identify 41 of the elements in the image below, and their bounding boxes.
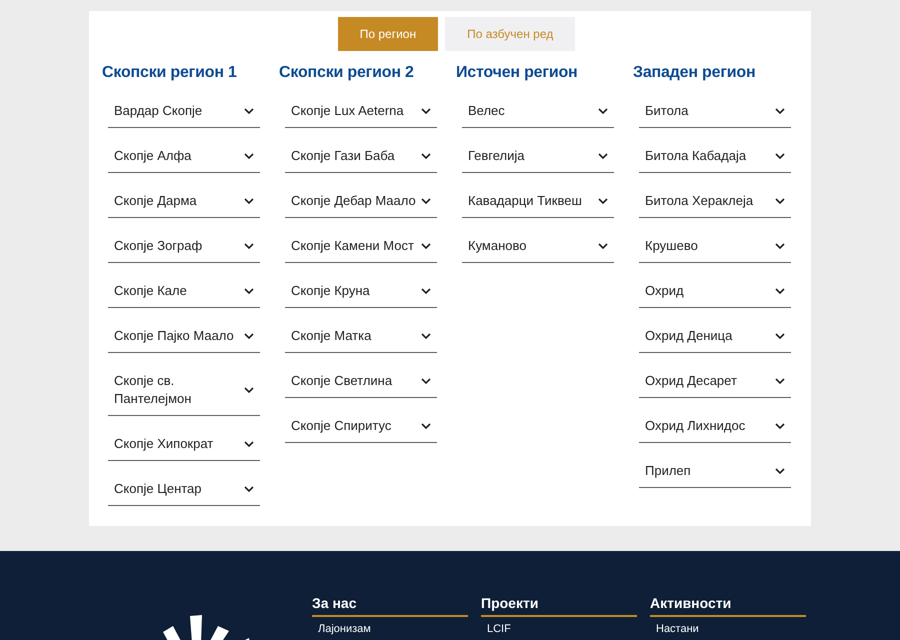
region-heading: Скопски регион 2 bbox=[279, 63, 415, 83]
footer-link[interactable]: Настани bbox=[656, 622, 699, 636]
club-accordion[interactable]: Куманово bbox=[462, 230, 614, 263]
club-accordion[interactable]: Кавадарци Тиквеш bbox=[462, 185, 614, 218]
club-accordion[interactable]: Скопје Lux Aeterna bbox=[285, 95, 437, 128]
footer-heading: За нас bbox=[312, 594, 468, 617]
club-accordion[interactable]: Битола Кабадаја bbox=[639, 140, 791, 173]
club-accordion[interactable]: Битола Хераклеја bbox=[639, 185, 791, 218]
club-accordion[interactable]: Скопје Зограф bbox=[108, 230, 260, 263]
club-accordion[interactable]: Гевгелија bbox=[462, 140, 614, 173]
club-accordion[interactable]: Битола bbox=[639, 95, 791, 128]
club-accordion[interactable]: Охрид Лихнидос bbox=[639, 410, 791, 443]
club-accordion[interactable]: Скопје Дарма bbox=[108, 185, 260, 218]
footer-heading: Активности bbox=[650, 594, 806, 617]
club-accordion[interactable]: Охрид Деница bbox=[639, 320, 791, 353]
sunburst-logo-icon bbox=[160, 615, 250, 640]
club-accordion[interactable]: Вардар Скопје bbox=[108, 95, 260, 128]
club-accordion[interactable]: Скопје Матка bbox=[285, 320, 437, 353]
club-accordion[interactable]: Скопје св. Пантелејмон bbox=[108, 365, 260, 416]
region-heading: Западен регион bbox=[633, 63, 756, 83]
club-accordion[interactable]: Скопје Алфа bbox=[108, 140, 260, 173]
club-accordion[interactable]: Крушево bbox=[639, 230, 791, 263]
footer-link[interactable]: Лајонизам bbox=[318, 622, 371, 636]
club-accordion[interactable]: Скопје Центар bbox=[108, 473, 260, 506]
club-accordion[interactable]: Велес bbox=[462, 95, 614, 128]
region-heading: Источен регион bbox=[456, 63, 579, 83]
club-accordion[interactable]: Скопје Круна bbox=[285, 275, 437, 308]
club-accordion[interactable]: Охрид bbox=[639, 275, 791, 308]
club-accordion[interactable]: Скопје Камени Мост bbox=[285, 230, 437, 263]
club-accordion[interactable]: Охрид Десарет bbox=[639, 365, 791, 398]
region-heading: Скопски регион 1 bbox=[102, 63, 238, 83]
footer-heading: Проекти bbox=[481, 594, 637, 617]
club-accordion[interactable]: Скопје Кале bbox=[108, 275, 260, 308]
club-accordion[interactable]: Скопје Хипократ bbox=[108, 428, 260, 461]
club-accordion[interactable]: Прилеп bbox=[639, 455, 791, 488]
club-accordion[interactable]: Скопје Дебар Маало bbox=[285, 185, 437, 218]
club-accordion[interactable]: Скопје Пајко Маало bbox=[108, 320, 260, 353]
footer-link[interactable]: LCIF bbox=[487, 622, 511, 636]
club-accordion[interactable]: Скопје Спиритус bbox=[285, 410, 437, 443]
club-accordion[interactable]: Скопје Гази Баба bbox=[285, 140, 437, 173]
club-accordion[interactable]: Скопје Светлина bbox=[285, 365, 437, 398]
